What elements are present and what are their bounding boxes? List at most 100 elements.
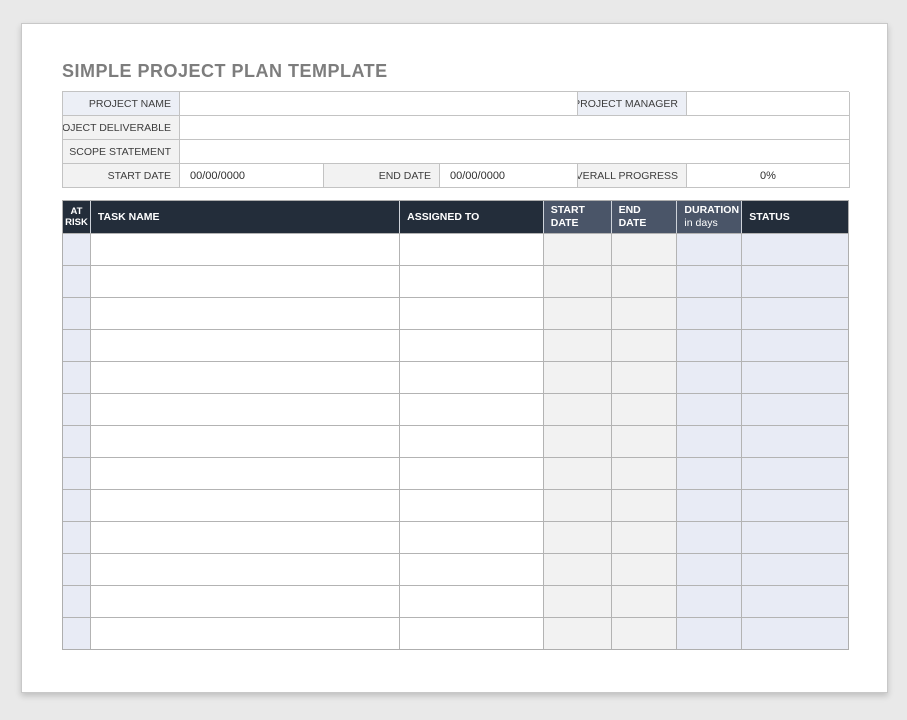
cell-start-date[interactable]	[544, 330, 612, 361]
cell-task-name[interactable]	[91, 618, 400, 649]
cell-status[interactable]	[742, 522, 848, 553]
cell-assigned-to[interactable]	[400, 394, 544, 425]
cell-duration[interactable]	[677, 330, 742, 361]
cell-end-date[interactable]	[612, 266, 678, 297]
cell-at-risk[interactable]	[63, 586, 91, 617]
cell-at-risk[interactable]	[63, 330, 91, 361]
cell-task-name[interactable]	[91, 394, 400, 425]
cell-task-name[interactable]	[91, 522, 400, 553]
cell-status[interactable]	[742, 618, 848, 649]
cell-end-date[interactable]	[612, 362, 678, 393]
cell-start-date[interactable]	[544, 426, 612, 457]
cell-at-risk[interactable]	[63, 618, 91, 649]
cell-task-name[interactable]	[91, 490, 400, 521]
cell-duration[interactable]	[677, 490, 742, 521]
cell-end-date[interactable]	[612, 554, 678, 585]
start-date-field[interactable]: 00/00/0000	[180, 164, 324, 188]
cell-assigned-to[interactable]	[400, 298, 544, 329]
cell-end-date[interactable]	[612, 298, 678, 329]
cell-assigned-to[interactable]	[400, 458, 544, 489]
cell-duration[interactable]	[677, 554, 742, 585]
cell-duration[interactable]	[677, 362, 742, 393]
cell-task-name[interactable]	[91, 330, 400, 361]
cell-status[interactable]	[742, 330, 848, 361]
cell-start-date[interactable]	[544, 298, 612, 329]
cell-end-date[interactable]	[612, 426, 678, 457]
cell-assigned-to[interactable]	[400, 266, 544, 297]
cell-at-risk[interactable]	[63, 298, 91, 329]
cell-at-risk[interactable]	[63, 394, 91, 425]
cell-end-date[interactable]	[612, 522, 678, 553]
cell-end-date[interactable]	[612, 618, 678, 649]
cell-duration[interactable]	[677, 266, 742, 297]
cell-end-date[interactable]	[612, 234, 678, 265]
cell-assigned-to[interactable]	[400, 586, 544, 617]
project-name-field[interactable]	[180, 92, 578, 116]
cell-assigned-to[interactable]	[400, 234, 544, 265]
cell-task-name[interactable]	[91, 426, 400, 457]
cell-start-date[interactable]	[544, 266, 612, 297]
cell-assigned-to[interactable]	[400, 618, 544, 649]
cell-task-name[interactable]	[91, 586, 400, 617]
cell-assigned-to[interactable]	[400, 490, 544, 521]
cell-start-date[interactable]	[544, 458, 612, 489]
cell-status[interactable]	[742, 586, 848, 617]
cell-end-date[interactable]	[612, 490, 678, 521]
project-manager-field[interactable]	[687, 92, 850, 116]
table-row	[63, 457, 848, 489]
cell-end-date[interactable]	[612, 330, 678, 361]
cell-status[interactable]	[742, 554, 848, 585]
cell-start-date[interactable]	[544, 586, 612, 617]
cell-status[interactable]	[742, 490, 848, 521]
cell-start-date[interactable]	[544, 618, 612, 649]
cell-at-risk[interactable]	[63, 426, 91, 457]
cell-status[interactable]	[742, 362, 848, 393]
cell-task-name[interactable]	[91, 298, 400, 329]
table-row	[63, 361, 848, 393]
cell-start-date[interactable]	[544, 234, 612, 265]
cell-status[interactable]	[742, 266, 848, 297]
cell-duration[interactable]	[677, 426, 742, 457]
cell-assigned-to[interactable]	[400, 362, 544, 393]
cell-start-date[interactable]	[544, 554, 612, 585]
cell-start-date[interactable]	[544, 490, 612, 521]
cell-task-name[interactable]	[91, 234, 400, 265]
cell-status[interactable]	[742, 426, 848, 457]
cell-status[interactable]	[742, 234, 848, 265]
scope-statement-field[interactable]	[180, 140, 850, 164]
cell-status[interactable]	[742, 458, 848, 489]
cell-at-risk[interactable]	[63, 234, 91, 265]
cell-at-risk[interactable]	[63, 554, 91, 585]
cell-status[interactable]	[742, 394, 848, 425]
cell-duration[interactable]	[677, 618, 742, 649]
cell-duration[interactable]	[677, 394, 742, 425]
cell-end-date[interactable]	[612, 586, 678, 617]
cell-at-risk[interactable]	[63, 362, 91, 393]
cell-end-date[interactable]	[612, 458, 678, 489]
cell-assigned-to[interactable]	[400, 330, 544, 361]
cell-duration[interactable]	[677, 522, 742, 553]
overall-progress-value[interactable]: 0%	[687, 164, 850, 188]
cell-start-date[interactable]	[544, 362, 612, 393]
cell-status[interactable]	[742, 298, 848, 329]
cell-task-name[interactable]	[91, 554, 400, 585]
project-deliverable-field[interactable]	[180, 116, 850, 140]
cell-assigned-to[interactable]	[400, 522, 544, 553]
cell-at-risk[interactable]	[63, 490, 91, 521]
cell-end-date[interactable]	[612, 394, 678, 425]
cell-task-name[interactable]	[91, 362, 400, 393]
cell-at-risk[interactable]	[63, 522, 91, 553]
cell-duration[interactable]	[677, 458, 742, 489]
cell-start-date[interactable]	[544, 394, 612, 425]
cell-assigned-to[interactable]	[400, 426, 544, 457]
cell-task-name[interactable]	[91, 266, 400, 297]
cell-duration[interactable]	[677, 298, 742, 329]
cell-duration[interactable]	[677, 586, 742, 617]
end-date-field[interactable]: 00/00/0000	[440, 164, 578, 188]
cell-at-risk[interactable]	[63, 458, 91, 489]
cell-assigned-to[interactable]	[400, 554, 544, 585]
cell-duration[interactable]	[677, 234, 742, 265]
cell-start-date[interactable]	[544, 522, 612, 553]
cell-task-name[interactable]	[91, 458, 400, 489]
cell-at-risk[interactable]	[63, 266, 91, 297]
